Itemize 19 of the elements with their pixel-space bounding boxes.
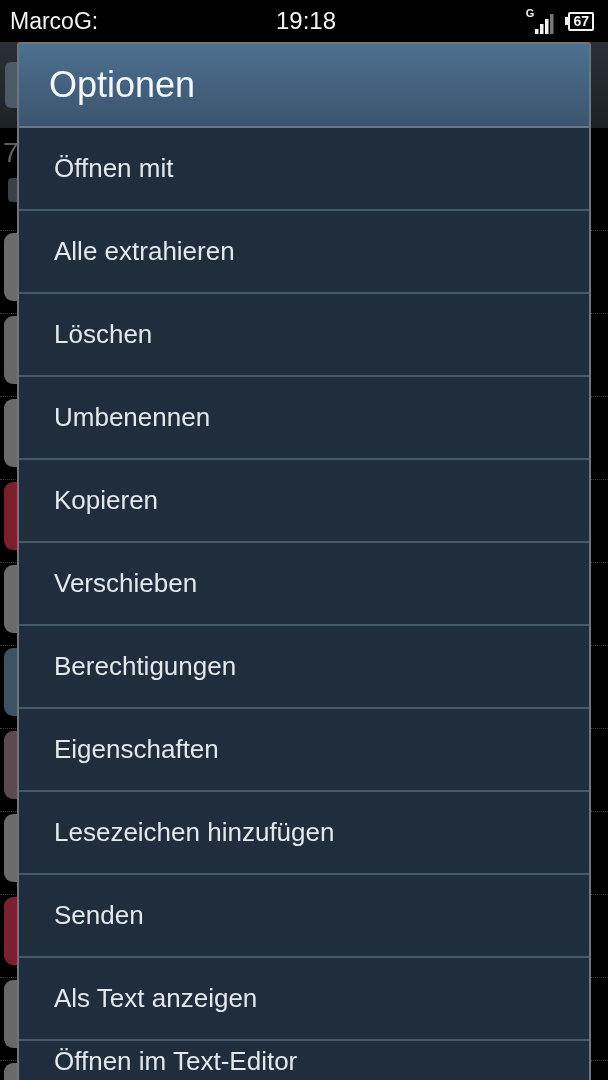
menu-item[interactable]: Senden <box>19 875 589 958</box>
date-label: 7 <box>3 138 19 168</box>
dialog-title: Optionen <box>49 64 196 106</box>
network-type-label: G <box>525 8 535 19</box>
menu-item[interactable]: Kopieren <box>19 460 589 543</box>
menu-item[interactable]: Öffnen mit <box>19 128 589 211</box>
menu-item[interactable]: Löschen <box>19 294 589 377</box>
menu-item[interactable]: Berechtigungen <box>19 626 589 709</box>
menu-item[interactable]: Lesezeichen hinzufügen <box>19 792 589 875</box>
battery-indicator: 67 <box>565 11 594 31</box>
menu-item[interactable]: Öffnen im Text-Editor <box>19 1041 589 1080</box>
menu-item[interactable]: Umbenennen <box>19 377 589 460</box>
clock-time: 19:18 <box>276 7 337 35</box>
menu-item[interactable]: Verschieben <box>19 543 589 626</box>
menu-item[interactable]: Als Text anzeigen <box>19 958 589 1041</box>
signal-icon <box>535 14 556 34</box>
menu-item[interactable]: Eigenschaften <box>19 709 589 792</box>
carrier-label: MarcoG: <box>10 7 99 35</box>
menu-item[interactable]: Alle extrahieren <box>19 211 589 294</box>
